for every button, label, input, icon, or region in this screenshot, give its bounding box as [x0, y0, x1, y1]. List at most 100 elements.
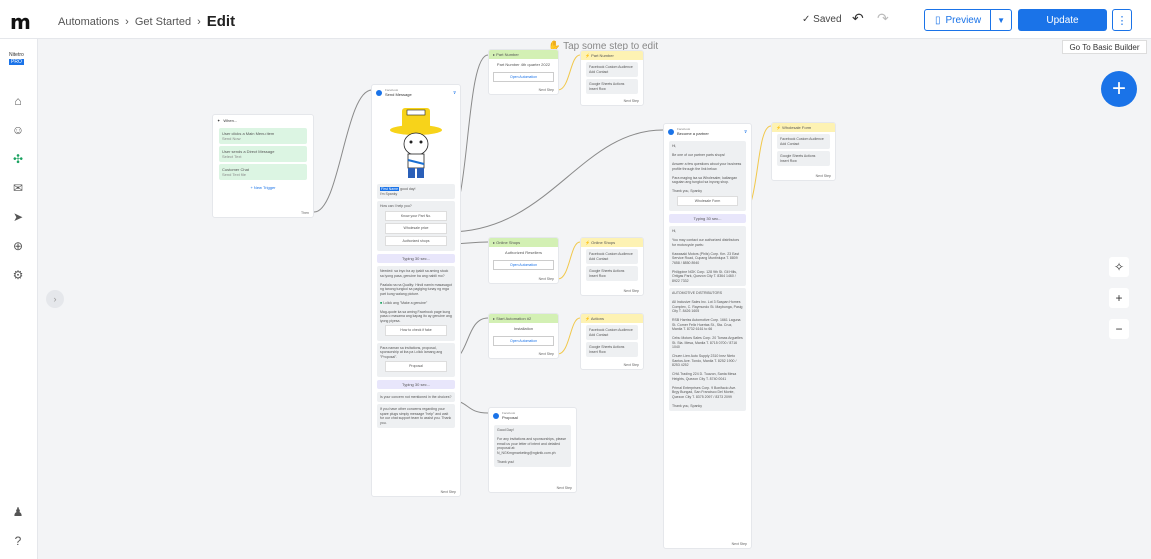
bolt-icon: ⚡	[585, 53, 590, 58]
breadcrumb-automations[interactable]: Automations	[58, 16, 119, 28]
connector	[557, 317, 581, 355]
option-how-to-check[interactable]: How to check if fake	[385, 325, 447, 336]
automation-icon[interactable]: ✣	[10, 151, 26, 167]
proposal-bubble: Para naman sa invitations, proposal, spo…	[377, 342, 455, 377]
settings-icon[interactable]: ⚙	[10, 267, 26, 283]
connector	[557, 241, 581, 280]
account-avatar[interactable]: ♟	[10, 504, 26, 520]
option-authorized-shops[interactable]: Authorized shops	[385, 235, 447, 246]
chevron-down-icon[interactable]: ▼	[991, 16, 1011, 25]
online-shops-card[interactable]: ▸ Online Shops Authorized Resellers Open…	[488, 237, 559, 284]
sparkle-icon: ✦	[217, 118, 221, 123]
go-to-basic-builder-button[interactable]: Go To Basic Builder	[1062, 40, 1147, 54]
undo-icon[interactable]: ↶	[852, 10, 864, 27]
breadcrumb-get-started[interactable]: Get Started	[135, 16, 191, 28]
play-icon: ▸	[493, 316, 496, 321]
open-automation-button[interactable]: Open Automation	[493, 260, 554, 270]
option-wholesale-price[interactable]: Wholesale price	[385, 223, 447, 234]
breadcrumb: Automations › Get Started › Edit	[58, 13, 235, 30]
connector	[313, 89, 373, 213]
trigger-item[interactable]: Customer Chat Send Text file	[219, 164, 307, 180]
add-step-button[interactable]: +	[1101, 71, 1137, 107]
connector	[557, 54, 581, 91]
redo-icon[interactable]: ↷	[877, 10, 889, 27]
connector	[447, 129, 664, 233]
proposal-card[interactable]: Facebook Proposal Good Day! For any invit…	[488, 407, 577, 493]
trigger-card[interactable]: ✦ When... User clicks a Main Menu item Sen…	[212, 114, 314, 218]
actions-card[interactable]: ⚡ Actions Facebook Custom Audience Add Co…	[580, 313, 644, 370]
new-trigger-link[interactable]: + New Trigger	[213, 185, 313, 190]
chevron-right-icon: ›	[125, 15, 129, 28]
messenger-icon	[668, 128, 674, 135]
messenger-icon	[376, 89, 382, 96]
part-number-card[interactable]: ▸ Part Number Part Number 4th quarter 20…	[488, 49, 559, 95]
messenger-icon	[493, 412, 499, 419]
page-title: Edit	[206, 13, 236, 30]
phone-icon: ▯	[935, 14, 941, 26]
message-bubble: Hi, You may contact our authorized distr…	[669, 226, 746, 286]
update-button[interactable]: Update	[1018, 9, 1107, 31]
message-bubble: AUTOMOTIVE DISTRIBUTORS All Inclusive Sa…	[669, 288, 746, 411]
chat-icon[interactable]: ✉	[10, 180, 26, 196]
check-icon: ✓	[802, 14, 811, 25]
preview-button[interactable]: ▯ Preview ▼	[924, 9, 1012, 31]
play-icon: ▸	[493, 240, 496, 245]
option-proposal[interactable]: Proposal	[385, 361, 447, 372]
bolt-icon: ⚡	[776, 125, 781, 130]
checkbox-icon: ■	[380, 300, 383, 305]
filter-icon[interactable]: ⊽	[453, 90, 456, 95]
card-header: ⚡ Wholesale Form	[772, 123, 835, 132]
message-bubble: Hi, Be one of our partner parts shops! A…	[669, 141, 746, 211]
online-shops-actions-card[interactable]: ⚡ Online Shops Facebook Custom Audience A…	[580, 237, 644, 296]
play-icon: ▸	[493, 52, 496, 57]
card-header: ▸ Online Shops	[489, 238, 558, 247]
bolt-icon: ⚡	[585, 240, 590, 245]
wholesale-form-card[interactable]: ⚡ Wholesale Form Facebook Custom Audienc…	[771, 122, 836, 181]
card-header: ⚡ Actions	[581, 314, 643, 323]
send-message-card[interactable]: Facebook Send Message ⊽ First Name good da…	[371, 84, 461, 497]
start-automation-card[interactable]: ▸ Start Automation #2 Installation Open …	[488, 313, 559, 359]
mascot-image	[378, 102, 454, 182]
help-icon[interactable]: ?	[10, 533, 26, 549]
broadcast-icon[interactable]: ➤	[10, 209, 26, 225]
chevron-right-icon: ›	[197, 15, 201, 28]
card-header: ▸ Part Number	[489, 50, 558, 59]
next-step-label: Next Step	[440, 490, 456, 494]
zoom-in-button[interactable]: +	[1109, 288, 1129, 308]
message-bubble: Good Day! For any invitations and sponso…	[494, 425, 571, 467]
home-icon[interactable]: ⌂	[10, 93, 26, 109]
more-options-icon[interactable]: ⋮	[1112, 9, 1132, 31]
brand-badge: Nitetro PRO	[9, 52, 24, 65]
typing-indicator: Typing 30 sec...	[377, 379, 455, 389]
bolt-icon: ⚡	[585, 316, 590, 321]
card-header: ▸ Start Automation #2	[489, 314, 558, 323]
top-bar: m Automations › Get Started › Edit ✓ Sav…	[0, 0, 1151, 39]
app-logo[interactable]: m	[10, 10, 31, 34]
saved-status: ✓ Saved	[802, 14, 842, 25]
zoom-out-button[interactable]: −	[1109, 319, 1129, 339]
trigger-item[interactable]: User clicks a Main Menu item Send Now	[219, 128, 307, 144]
become-partner-card[interactable]: Facebook Become a partner ⊽ Hi, Be one of …	[663, 123, 752, 549]
magic-wand-icon[interactable]: ✧	[1109, 257, 1129, 277]
growth-tools-icon[interactable]: ⊕	[10, 238, 26, 254]
part-number-actions-card[interactable]: ⚡ Part Number Facebook Custom Audience Ad…	[580, 50, 644, 106]
question-bubble: How can I help you? Know your Part No. W…	[377, 201, 455, 251]
sidebar: Nitetro PRO ⌂ ☺ ✣ ✉ ➤ ⊕ ⚙ ♟ ?	[0, 39, 38, 559]
trigger-item[interactable]: User sends a Direct Message Select Text	[219, 146, 307, 162]
open-automation-button[interactable]: Open Automation	[493, 336, 554, 346]
typing-indicator: Typing 30 sec...	[377, 254, 455, 263]
filter-icon[interactable]: ⊽	[744, 129, 747, 134]
message-bubble: Is your concern not mentioned in the cho…	[377, 391, 455, 402]
then-label: Then	[301, 211, 309, 215]
message-bubble: Needed: sa inyo ba ay ipakit sa aming st…	[377, 266, 455, 341]
option-wholesale-form[interactable]: Wholesale Form	[677, 195, 738, 206]
card-header: ⚡ Part Number	[581, 51, 643, 60]
expand-sidebar-icon[interactable]: ›	[46, 290, 64, 308]
contacts-icon[interactable]: ☺	[10, 122, 26, 138]
typing-indicator: Typing 30 sec...	[669, 214, 746, 223]
greeting-bubble: First Name good day! I'm Spanky	[377, 184, 455, 199]
option-know-part-no[interactable]: Know your Part No.	[385, 210, 447, 221]
open-automation-button[interactable]: Open Automation	[493, 72, 554, 82]
message-bubble: If you have other concerns regarding you…	[377, 404, 455, 428]
card-header: ⚡ Online Shops	[581, 238, 643, 247]
